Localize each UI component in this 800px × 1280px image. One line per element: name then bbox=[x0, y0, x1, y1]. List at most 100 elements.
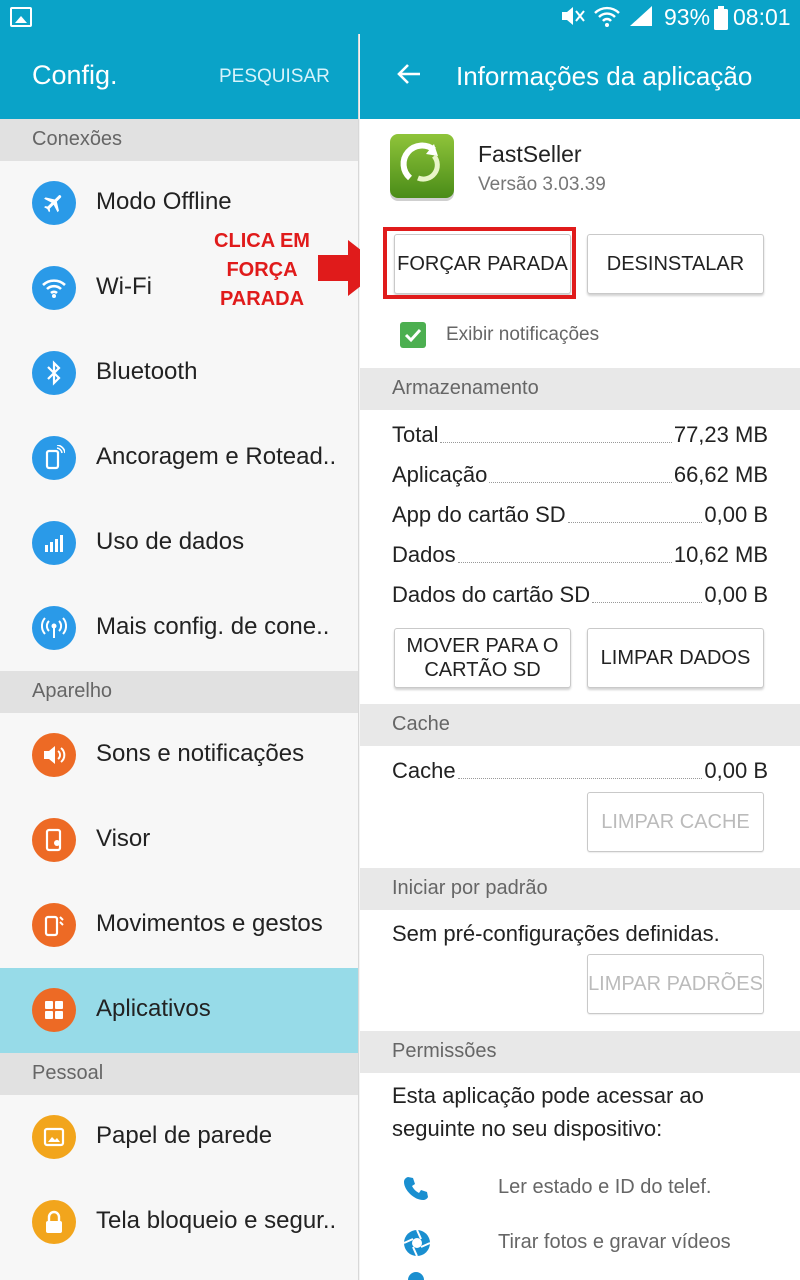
settings-header: Config. PESQUISAR bbox=[0, 34, 358, 119]
camera-icon bbox=[403, 1229, 431, 1257]
settings-item-sounds[interactable]: Sons e notificações bbox=[0, 713, 358, 798]
storage-row: App do cartão SD 0,00 B bbox=[392, 498, 768, 528]
settings-item-label: Visor bbox=[96, 825, 151, 852]
cache-label: Cache bbox=[392, 758, 456, 783]
permission-label: Tirar fotos e gravar vídeos bbox=[498, 1231, 731, 1253]
button-label: MOVER PARA O bbox=[406, 635, 559, 657]
annotation-highlight-box bbox=[383, 227, 576, 299]
wallpaper-icon bbox=[32, 1115, 76, 1159]
app-icon bbox=[390, 134, 454, 198]
settings-pane: Config. PESQUISAR Conexões Modo Offline … bbox=[0, 34, 359, 1280]
battery-percent: 93% bbox=[664, 4, 711, 30]
settings-item-label: Tela bloqueio e segur.. bbox=[96, 1207, 337, 1234]
page-title: Informações da aplicação bbox=[456, 61, 753, 91]
storage-row: Dados do cartão SD 0,00 B bbox=[392, 578, 768, 608]
annotation-text: CLICA EM FORÇA PARADA bbox=[200, 227, 324, 314]
annotation-line: FORÇA bbox=[226, 259, 298, 281]
status-icons bbox=[560, 4, 654, 28]
permission-label: Ler estado e ID do telef. bbox=[498, 1176, 712, 1198]
lock-icon bbox=[32, 1200, 76, 1244]
phone-icon bbox=[404, 1177, 428, 1200]
clear-defaults-button[interactable]: LIMPAR PADRÕES bbox=[587, 954, 764, 1014]
section-header-permissions: Permissões bbox=[360, 1031, 800, 1073]
wifi-icon bbox=[594, 6, 620, 27]
bluetooth-icon bbox=[32, 351, 76, 395]
cache-value: 0,00 B bbox=[704, 758, 768, 783]
storage-label: Aplicação bbox=[392, 462, 488, 487]
settings-item-label: Aplicativos bbox=[96, 995, 211, 1022]
app-info-header: Informações da aplicação bbox=[360, 34, 800, 119]
clock: 08:01 bbox=[733, 4, 791, 30]
storage-row: Aplicação 66,62 MB bbox=[392, 458, 768, 488]
settings-item-label: Modo Offline bbox=[96, 188, 232, 215]
storage-row: Dados 10,62 MB bbox=[392, 538, 768, 568]
settings-item-more-connections[interactable]: Mais config. de cone.. bbox=[0, 586, 358, 671]
settings-item-label: Papel de parede bbox=[96, 1122, 273, 1149]
settings-title: Config. bbox=[32, 60, 118, 90]
settings-item-bluetooth[interactable]: Bluetooth bbox=[0, 331, 358, 416]
clear-cache-button[interactable]: LIMPAR CACHE bbox=[587, 792, 764, 852]
settings-item-tethering[interactable]: Ancoragem e Rotead.. bbox=[0, 416, 358, 501]
uninstall-button[interactable]: DESINSTALAR bbox=[587, 234, 764, 294]
data-usage-icon bbox=[32, 521, 76, 565]
storage-value: 10,62 MB bbox=[673, 542, 768, 567]
cache-row: Cache 0,00 B bbox=[392, 754, 768, 784]
notifications-label: Exibir notificações bbox=[446, 324, 600, 345]
permissions-intro-line: Esta aplicação pode acessar ao bbox=[392, 1083, 704, 1108]
settings-item-label: Movimentos e gestos bbox=[96, 910, 323, 937]
storage-value: 66,62 MB bbox=[673, 462, 768, 487]
storage-row: Total 77,23 MB bbox=[392, 418, 768, 448]
permissions-intro: Esta aplicação pode acessar ao seguinte … bbox=[392, 1079, 704, 1145]
notifications-checkbox[interactable] bbox=[400, 322, 426, 348]
storage-label: Dados do cartão SD bbox=[392, 582, 591, 607]
move-to-sd-button[interactable]: MOVER PARA O CARTÃO SD bbox=[394, 628, 571, 688]
button-label: CARTÃO SD bbox=[424, 659, 541, 681]
permission-icon-partial bbox=[408, 1272, 424, 1280]
storage-value: 0,00 B bbox=[704, 582, 768, 607]
wifi-icon bbox=[32, 266, 76, 310]
tethering-icon bbox=[32, 436, 76, 480]
defaults-text: Sem pré-configurações definidas. bbox=[392, 921, 720, 946]
settings-item-label: Wi-Fi bbox=[96, 273, 152, 300]
apps-icon bbox=[32, 988, 76, 1032]
permissions-intro-line: seguinte no seu dispositivo: bbox=[392, 1116, 663, 1141]
settings-item-label: Bluetooth bbox=[96, 358, 198, 385]
annotation-line: CLICA EM bbox=[214, 230, 310, 252]
display-icon bbox=[32, 818, 76, 862]
motion-icon bbox=[32, 903, 76, 947]
section-header-personal: Pessoal bbox=[0, 1053, 358, 1095]
storage-label: App do cartão SD bbox=[392, 502, 566, 527]
storage-value: 77,23 MB bbox=[673, 422, 768, 447]
app-info-pane: Informações da aplicação FastSeller Vers… bbox=[360, 34, 800, 1280]
signal-icon bbox=[630, 6, 652, 26]
section-header-defaults: Iniciar por padrão bbox=[360, 868, 800, 910]
settings-item-label: Ancoragem e Rotead.. bbox=[96, 443, 337, 470]
section-header-storage: Armazenamento bbox=[360, 368, 800, 410]
settings-item-motion[interactable]: Movimentos e gestos bbox=[0, 883, 358, 968]
battery-icon bbox=[714, 6, 728, 30]
storage-label: Dados bbox=[392, 542, 456, 567]
settings-item-wallpaper[interactable]: Papel de parede bbox=[0, 1095, 358, 1180]
settings-item-display[interactable]: Visor bbox=[0, 798, 358, 883]
storage-label: Total bbox=[392, 422, 439, 447]
gallery-icon bbox=[10, 7, 32, 27]
clear-data-button[interactable]: LIMPAR DADOS bbox=[587, 628, 764, 688]
section-header-device: Aparelho bbox=[0, 671, 358, 713]
annotation-line: PARADA bbox=[219, 288, 305, 310]
search-button[interactable]: PESQUISAR bbox=[219, 66, 330, 88]
checkmark-icon bbox=[404, 328, 422, 343]
settings-item-label: Mais config. de cone.. bbox=[96, 613, 330, 640]
speaker-icon bbox=[32, 733, 76, 777]
settings-item-label: Uso de dados bbox=[96, 528, 245, 555]
storage-value: 0,00 B bbox=[704, 502, 768, 527]
airplane-icon bbox=[32, 181, 76, 225]
settings-item-data-usage[interactable]: Uso de dados bbox=[0, 501, 358, 586]
settings-item-apps[interactable]: Aplicativos bbox=[0, 968, 358, 1053]
section-header-cache: Cache bbox=[360, 704, 800, 746]
settings-item-lock-screen[interactable]: Tela bloqueio e segur.. bbox=[0, 1180, 358, 1265]
app-version: Versão 3.03.39 bbox=[478, 174, 606, 195]
app-name: FastSeller bbox=[478, 141, 582, 167]
mute-icon bbox=[562, 7, 585, 25]
settings-item-label: Sons e notificações bbox=[96, 740, 305, 767]
back-arrow-icon[interactable] bbox=[396, 61, 422, 87]
